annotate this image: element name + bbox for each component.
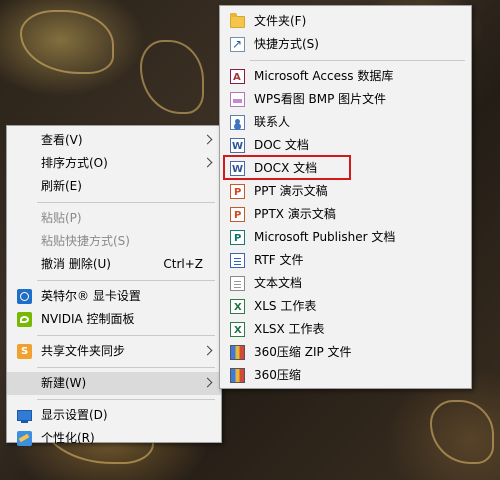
wallpaper-decoration	[20, 10, 114, 74]
menu-item-label: 查看(V)	[41, 133, 83, 147]
submenu-item-shortcut[interactable]: 快捷方式(S)	[220, 33, 471, 56]
menu-item-label: Microsoft Publisher 文档	[254, 230, 396, 244]
text-doc-icon	[230, 276, 245, 291]
menu-item-share-folder-sync[interactable]: 共享文件夹同步	[7, 340, 221, 363]
menu-item-label: 共享文件夹同步	[41, 344, 126, 358]
menu-item-label: 显示设置(D)	[41, 408, 108, 422]
folder-icon	[230, 13, 245, 28]
menu-item-label: 新建(W)	[41, 376, 87, 390]
menu-item-label: 个性化(R)	[41, 431, 95, 445]
chevron-right-icon	[202, 157, 213, 168]
rtf-icon	[230, 253, 245, 268]
menu-item-view[interactable]: 查看(V)	[7, 129, 221, 152]
personalize-icon	[17, 431, 32, 446]
menu-item-intel-graphics[interactable]: 英特尔® 显卡设置	[7, 285, 221, 308]
menu-item-label: 粘贴(P)	[41, 211, 82, 225]
menu-item-paste-shortcut[interactable]: 粘贴快捷方式(S)	[7, 230, 221, 253]
display-icon	[17, 410, 32, 423]
new-submenu: 文件夹(F) 快捷方式(S) Microsoft Access 数据库 WPS看…	[219, 5, 472, 389]
menu-separator	[37, 280, 215, 281]
chevron-right-icon	[202, 345, 213, 356]
submenu-item-360-zip[interactable]: 360压缩 ZIP 文件	[220, 341, 471, 364]
menu-separator	[37, 367, 215, 368]
contact-icon	[230, 115, 245, 130]
wallpaper-decoration	[140, 40, 204, 114]
submenu-item-rtf[interactable]: RTF 文件	[220, 249, 471, 272]
menu-item-label: DOC 文档	[254, 138, 309, 152]
menu-item-label: 刷新(E)	[41, 179, 82, 193]
menu-separator	[37, 399, 215, 400]
menu-item-display-settings[interactable]: 显示设置(D)	[7, 404, 221, 427]
menu-separator	[250, 60, 465, 61]
menu-item-label: PPT 演示文稿	[254, 184, 328, 198]
menu-item-personalize[interactable]: 个性化(R)	[7, 427, 221, 450]
menu-item-paste[interactable]: 粘贴(P)	[7, 207, 221, 230]
ppt-icon	[230, 181, 245, 204]
submenu-item-folder[interactable]: 文件夹(F)	[220, 10, 471, 33]
menu-item-label: 360压缩 ZIP 文件	[254, 345, 352, 359]
menu-item-undo-delete[interactable]: 撤消 删除(U) Ctrl+Z	[7, 253, 221, 276]
menu-item-label: RTF 文件	[254, 253, 304, 267]
menu-item-new[interactable]: 新建(W)	[7, 372, 221, 395]
chevron-right-icon	[202, 377, 213, 388]
zip-360-icon	[230, 345, 245, 360]
publisher-icon	[230, 227, 245, 250]
menu-item-label: 粘贴快捷方式(S)	[41, 234, 130, 248]
menu-item-label: NVIDIA 控制面板	[41, 312, 135, 326]
menu-item-sort-by[interactable]: 排序方式(O)	[7, 152, 221, 175]
menu-item-label: Microsoft Access 数据库	[254, 69, 394, 83]
menu-item-refresh[interactable]: 刷新(E)	[7, 175, 221, 198]
share-sync-icon	[17, 340, 32, 363]
menu-item-label: XLS 工作表	[254, 299, 317, 313]
menu-separator	[37, 202, 215, 203]
wps-image-icon	[230, 92, 245, 107]
menu-item-label: 排序方式(O)	[41, 156, 108, 170]
xlsx-icon	[230, 319, 245, 342]
menu-item-label: 联系人	[254, 115, 291, 129]
nvidia-icon	[17, 312, 32, 327]
menu-item-label: WPS看图 BMP 图片文件	[254, 92, 387, 106]
access-icon	[230, 66, 245, 89]
word-doc-icon	[230, 135, 245, 158]
menu-item-label: 文件夹(F)	[254, 14, 307, 28]
pptx-icon	[230, 204, 245, 227]
submenu-item-publisher[interactable]: Microsoft Publisher 文档	[220, 226, 471, 250]
menu-item-shortcut: Ctrl+Z	[163, 257, 203, 271]
highlight-annotation-box	[223, 155, 351, 180]
menu-item-label: 文本文档	[254, 276, 303, 290]
menu-separator	[37, 335, 215, 336]
submenu-item-doc[interactable]: DOC 文档	[220, 134, 471, 158]
chevron-right-icon	[202, 134, 213, 145]
wallpaper-decoration	[430, 400, 494, 464]
menu-item-label: 360压缩	[254, 368, 301, 382]
intel-graphics-icon	[17, 289, 32, 304]
menu-item-label: 英特尔® 显卡设置	[41, 289, 141, 303]
submenu-item-wps-bmp[interactable]: WPS看图 BMP 图片文件	[220, 88, 471, 111]
menu-item-label: XLSX 工作表	[254, 322, 325, 336]
submenu-item-ppt[interactable]: PPT 演示文稿	[220, 180, 471, 204]
shortcut-icon	[230, 33, 245, 56]
submenu-item-360-archive[interactable]: 360压缩	[220, 364, 471, 387]
menu-item-label: 快捷方式(S)	[254, 37, 319, 51]
zip-360-icon	[230, 368, 245, 383]
desktop-context-menu: 查看(V) 排序方式(O) 刷新(E) 粘贴(P) 粘贴快捷方式(S) 撤消 删…	[6, 125, 222, 446]
xls-icon	[230, 296, 245, 319]
submenu-item-access-db[interactable]: Microsoft Access 数据库	[220, 65, 471, 89]
submenu-item-xls[interactable]: XLS 工作表	[220, 295, 471, 319]
submenu-item-contact[interactable]: 联系人	[220, 111, 471, 134]
menu-item-label: 撤消 删除(U)	[41, 257, 111, 271]
submenu-item-pptx[interactable]: PPTX 演示文稿	[220, 203, 471, 227]
submenu-item-xlsx[interactable]: XLSX 工作表	[220, 318, 471, 342]
submenu-item-text-doc[interactable]: 文本文档	[220, 272, 471, 295]
menu-item-label: PPTX 演示文稿	[254, 207, 336, 221]
menu-item-nvidia-control-panel[interactable]: NVIDIA 控制面板	[7, 308, 221, 331]
